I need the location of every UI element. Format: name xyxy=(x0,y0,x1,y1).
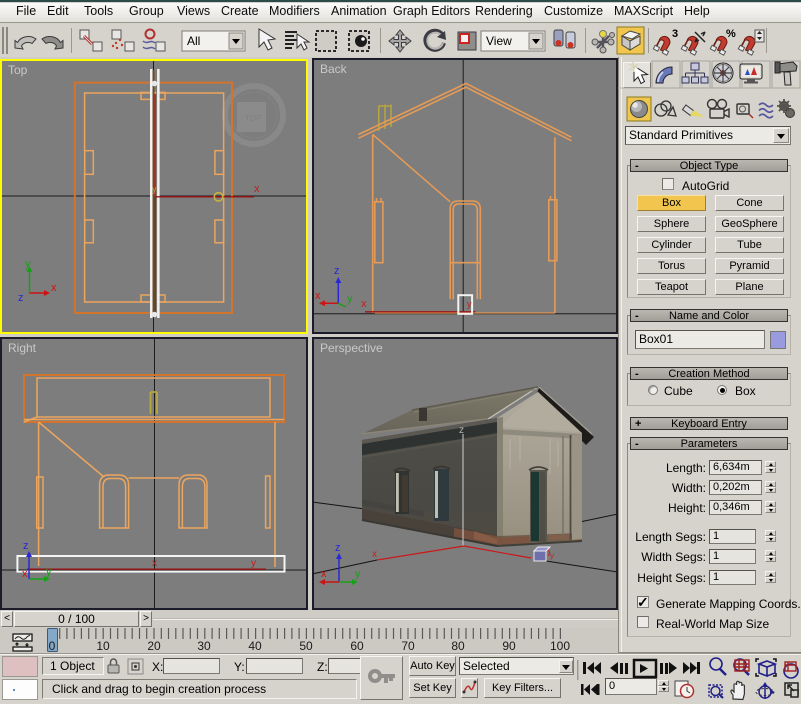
svg-text:x: x xyxy=(361,298,367,310)
svg-text:50: 50 xyxy=(299,639,313,653)
svg-text:TOP: TOP xyxy=(245,114,261,123)
svg-text:x: x xyxy=(254,183,260,195)
svg-text:y: y xyxy=(467,299,472,309)
svg-text:z: z xyxy=(334,265,340,277)
svg-text:x: x xyxy=(152,558,157,569)
svg-text:y: y xyxy=(46,566,52,578)
svg-text:100: 100 xyxy=(550,639,570,653)
svg-text:0: 0 xyxy=(49,639,56,653)
svg-text:%: % xyxy=(726,28,736,40)
svg-text:y: y xyxy=(347,293,353,305)
svg-text:20: 20 xyxy=(147,639,161,653)
svg-text:60: 60 xyxy=(350,639,364,653)
svg-text:View: View xyxy=(486,34,512,48)
svg-text:z: z xyxy=(335,542,341,554)
svg-text:y: y xyxy=(355,568,361,580)
svg-text:x: x xyxy=(321,568,327,580)
svg-text:40: 40 xyxy=(248,639,262,653)
svg-text:All: All xyxy=(187,34,200,48)
svg-text:z: z xyxy=(459,425,464,436)
svg-text:70: 70 xyxy=(401,639,415,653)
svg-text:x: x xyxy=(315,290,321,302)
svg-text:90: 90 xyxy=(502,639,516,653)
svg-text:y: y xyxy=(25,258,31,270)
svg-text:x: x xyxy=(51,282,57,294)
svg-text:y: y xyxy=(251,558,256,569)
svg-text:3: 3 xyxy=(672,28,678,40)
svg-text:x: x xyxy=(22,568,28,580)
svg-text:30: 30 xyxy=(197,639,211,653)
svg-text:y: y xyxy=(550,551,554,560)
svg-text:10: 10 xyxy=(96,639,110,653)
svg-text:y: y xyxy=(152,184,157,194)
svg-text:z: z xyxy=(23,540,29,552)
svg-text:z: z xyxy=(18,292,24,304)
svg-text:80: 80 xyxy=(451,639,465,653)
svg-text:x: x xyxy=(372,549,377,560)
